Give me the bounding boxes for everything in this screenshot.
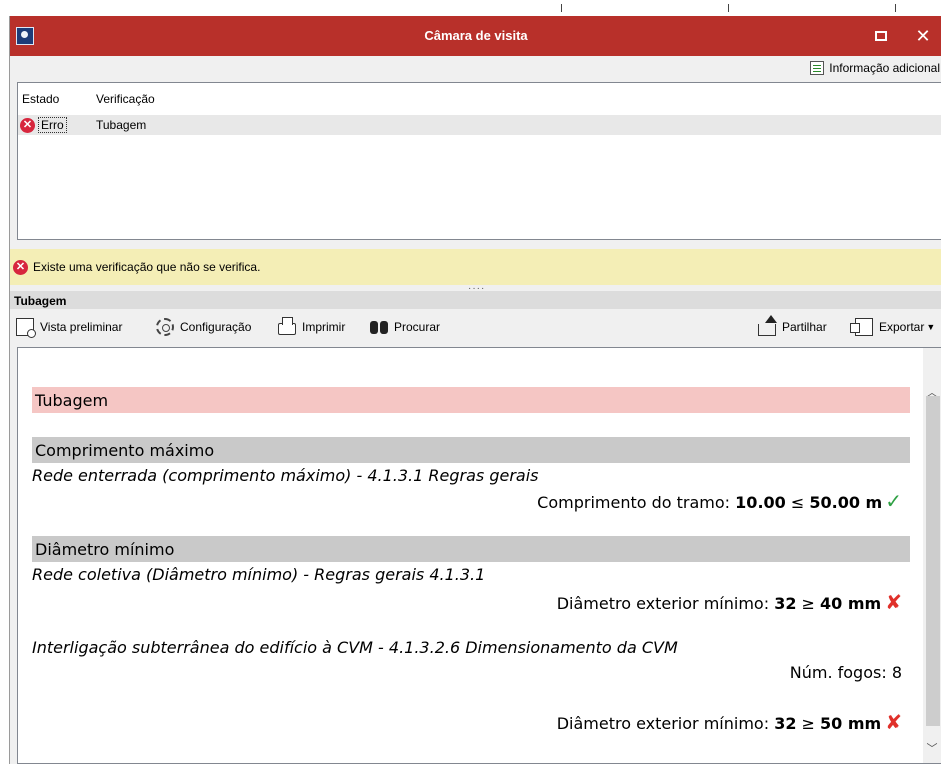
report-body: Tubagem Comprimento máximo Rede enterrad… <box>18 348 924 763</box>
cell-estado-label: Erro <box>38 117 67 133</box>
export-label: Exportar <box>879 320 925 334</box>
vertical-scrollbar[interactable]: ︿ ﹀ <box>923 348 941 763</box>
rule-text: Interligação subterrânea do edifício à C… <box>32 638 678 657</box>
background-edge <box>0 16 9 764</box>
print-button[interactable]: Imprimir <box>278 317 345 337</box>
window-title: Câmara de visita <box>424 28 528 43</box>
check-limit: 50 mm <box>820 714 882 733</box>
preview-label: Vista preliminar <box>40 320 123 334</box>
info-icon <box>810 61 825 75</box>
export-button[interactable]: Exportar ▼ <box>850 317 936 337</box>
background-strip <box>0 0 941 16</box>
section-title: Tubagem <box>10 291 941 309</box>
section-heading: Diâmetro mínimo <box>32 536 910 562</box>
error-icon: ✕ <box>13 259 28 275</box>
print-label: Imprimir <box>302 320 346 334</box>
error-icon: ✕ <box>20 117 35 133</box>
close-icon: ✕ <box>915 26 931 46</box>
fogos-text: Núm. fogos: 8 <box>789 663 902 682</box>
gear-icon <box>156 318 174 336</box>
config-button[interactable]: Configuração <box>156 317 251 337</box>
check-limit: 50.00 m <box>809 493 883 512</box>
verification-grid: Estado Verificação ✕ Erro Tubagem <box>17 82 941 240</box>
export-icon <box>850 318 873 336</box>
column-header-verificacao[interactable]: Verificação <box>92 83 155 115</box>
warning-bar: ✕ Existe uma verificação que não se veri… <box>10 249 941 285</box>
share-label: Partilhar <box>782 320 827 334</box>
check-label: Diâmetro exterior mínimo: <box>556 594 770 613</box>
check-limit: 40 mm <box>820 594 882 613</box>
report-title: Tubagem <box>32 387 910 413</box>
check-line: Diâmetro exterior mínimo: 32 ≥ 50 mm ✘ <box>557 710 902 734</box>
share-button[interactable]: Partilhar <box>758 314 827 337</box>
config-label: Configuração <box>180 320 252 334</box>
toolbar: Vista preliminar Configuração Imprimir P… <box>10 311 941 343</box>
check-line: Diâmetro exterior mínimo: 32 ≥ 40 mm ✘ <box>557 590 902 614</box>
check-value: 32 <box>774 594 797 613</box>
check-icon: ✓ <box>885 489 902 513</box>
title-bar[interactable]: Câmara de visita ✕ <box>10 16 941 56</box>
scrollbar-thumb[interactable] <box>926 396 940 726</box>
maximize-button[interactable] <box>867 24 895 48</box>
additional-info-button[interactable]: Informação adicional <box>810 59 940 77</box>
binoculars-icon <box>370 318 388 336</box>
printer-icon <box>278 317 296 335</box>
find-label: Procurar <box>394 320 441 334</box>
close-button[interactable]: ✕ <box>909 24 937 48</box>
additional-info-label: Informação adicional <box>829 61 940 75</box>
check-value: 32 <box>774 714 797 733</box>
rule-text: Rede coletiva (Diâmetro mínimo) - Regras… <box>32 565 486 584</box>
section-heading: Comprimento máximo <box>32 437 910 463</box>
check-label: Diâmetro exterior mínimo: <box>556 714 770 733</box>
preview-icon <box>16 318 36 338</box>
column-header-estado[interactable]: Estado <box>18 83 92 115</box>
background-tick <box>895 4 896 12</box>
cell-estado: ✕ Erro <box>18 117 92 133</box>
check-operator: ≤ <box>790 493 805 512</box>
check-operator: ≥ <box>801 594 815 613</box>
check-label: Comprimento do tramo: <box>537 493 731 512</box>
find-button[interactable]: Procurar <box>370 317 440 337</box>
background-tick <box>561 4 562 12</box>
table-row[interactable]: ✕ Erro Tubagem <box>18 115 941 135</box>
cross-icon: ✘ <box>885 710 902 734</box>
check-line: Comprimento do tramo: 10.00 ≤ 50.00 m ✓ <box>537 489 902 513</box>
report-viewer[interactable]: Tubagem Comprimento máximo Rede enterrad… <box>17 347 941 764</box>
check-operator: ≥ <box>801 714 815 733</box>
chevron-down-icon: ▼ <box>926 322 936 332</box>
check-value: 10.00 <box>735 493 786 512</box>
info-bar: Informação adicional <box>10 56 941 80</box>
scroll-down-icon[interactable]: ﹀ <box>923 740 941 756</box>
background-tick <box>728 4 729 12</box>
maximize-icon <box>875 31 887 41</box>
warning-text: Existe uma verificação que não se verifi… <box>33 260 261 274</box>
preview-button[interactable]: Vista preliminar <box>16 317 123 338</box>
cell-verificacao: Tubagem <box>96 118 147 132</box>
dialog-window: Câmara de visita ✕ Informação adicional … <box>9 16 941 764</box>
share-icon <box>758 314 777 336</box>
rule-text: Rede enterrada (comprimento máximo) - 4.… <box>32 466 539 485</box>
cross-icon: ✘ <box>885 590 902 614</box>
grid-header: Estado Verificação <box>18 83 941 115</box>
